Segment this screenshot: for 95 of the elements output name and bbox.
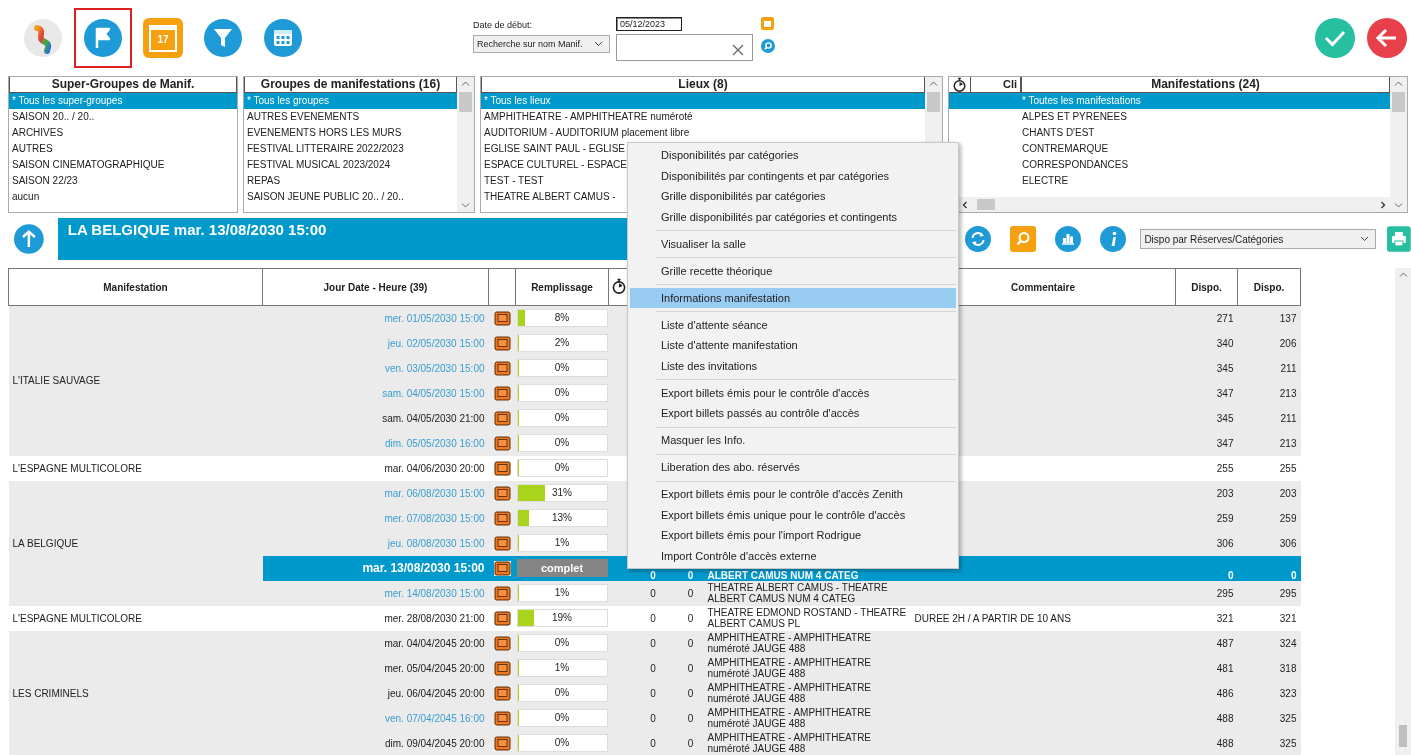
menu-item[interactable]: Import Contrôle d'accès externe (630, 545, 956, 566)
list-item[interactable]: AUDITORIUM - AUDITORIUM placement libre (481, 125, 925, 141)
count-value: 0 (687, 569, 694, 581)
session-date[interactable]: mer. 05/04/2045 20:00 (262, 655, 489, 681)
count-value: 0 (650, 612, 656, 624)
view-dropdown[interactable]: Dispo par Réserves/Catégories (1140, 229, 1377, 249)
list-item[interactable]: aucun (9, 189, 237, 205)
session-date[interactable]: dim. 09/04/2045 20:00 (262, 730, 489, 755)
fill-text: 0% (554, 362, 570, 373)
menu-item[interactable]: Export billets émis pour le contrôle d'accès Zenith (630, 484, 956, 505)
event-name: L'ITALIE SAUVAGE (8, 305, 263, 456)
count-value: 0 (687, 687, 694, 699)
menu-item[interactable]: Masquer les Info. (630, 430, 956, 451)
list-item[interactable]: FESTIVAL MUSICAL 2023/2024 (244, 157, 457, 173)
venue-text: AMPHITHEATRE - AMPHITHEATRE numéroté JAUGE 488 (707, 707, 872, 729)
start-date-field[interactable]: 05/12/2023 (616, 17, 682, 31)
list-item[interactable]: SAISON JEUNE PUBLIC 20.. / 20.. (244, 189, 457, 205)
column-header[interactable]: Manifestation (8, 268, 263, 306)
count-value: 0 (650, 712, 656, 724)
fill-text: 8% (554, 312, 570, 324)
list-item[interactable]: AMPHITHEATRE - AMPHITHEATRE numéroté (481, 109, 925, 125)
column-header[interactable]: Jour Date - Heure (39) (262, 268, 489, 306)
fill-text: 1% (554, 537, 570, 548)
venue-text: THEATRE EDMOND ROSTAND - THEATRE ALBERT CAMUS PL (707, 607, 907, 629)
venue-text: ALBERT CAMUS NUM 4 CATEG (707, 569, 859, 581)
menu-item[interactable]: Export billets passés au contrôle d'accès (630, 403, 956, 424)
column-header[interactable]: Remplissage (515, 268, 609, 306)
venue-text: AMPHITHEATRE - AMPHITHEATRE numéroté JAUGE 488 (707, 732, 872, 754)
count-value: 0 (650, 737, 656, 749)
count-value: 0 (650, 637, 656, 649)
list-item[interactable]: AUTRES (9, 141, 237, 157)
venue-text: AMPHITHEATRE - AMPHITHEATRE numéroté JAUGE 488 (707, 632, 872, 654)
fill-text: 0% (554, 637, 570, 648)
column-header[interactable]: Dispo. (1237, 268, 1301, 306)
fill-text: 31% (552, 487, 572, 498)
menu-item[interactable]: Liste des invitations (630, 355, 956, 376)
count-value: 0 (687, 737, 694, 749)
fill-text: 0% (554, 687, 570, 698)
menu-item[interactable]: Export billets émis unique pour le contrôle d'accès (630, 504, 956, 525)
list-item[interactable]: SAISON 22/23 (9, 173, 237, 189)
fill-text: 0% (554, 387, 570, 398)
count-value: 0 (687, 637, 694, 649)
menu-item[interactable]: Grille disponibilités par catégories et contingents (630, 206, 956, 227)
venue-text: AMPHITHEATRE - AMPHITHEATRE numéroté JAUGE 488 (707, 682, 872, 704)
count-value: 0 (687, 612, 694, 624)
fill-text: 0% (554, 462, 570, 473)
event-name: LES CRIMINELS (8, 630, 263, 755)
count-value: 0 (687, 712, 694, 724)
session-date[interactable]: mar. 04/04/2045 20:00 (262, 630, 489, 656)
list-item[interactable]: ALPES ET PYRENEES (949, 109, 1390, 125)
list-item[interactable]: ARCHIVES (9, 125, 237, 141)
title-bar-text: LA BELGIQUE mar. 13/08/2030 15:00 (67, 221, 327, 238)
session-date[interactable]: jeu. 06/04/2045 20:00 (262, 680, 489, 706)
menu-item[interactable]: Liste d'attente séance (630, 314, 956, 335)
date-label: Date de début: (473, 19, 534, 31)
fill-text: 1% (554, 662, 570, 673)
menu-item[interactable]: Disponibilités par catégories (630, 145, 956, 166)
venue-text: AMPHITHEATRE - AMPHITHEATRE numéroté JAUGE 488 (707, 657, 872, 679)
list-item[interactable]: EVENEMENTS HORS LES MURS (244, 125, 457, 141)
fill-text: 13% (552, 512, 572, 523)
list-item[interactable]: AUTRES EVENEMENTS (244, 109, 457, 125)
calendar-day: 17 (157, 34, 169, 45)
venue-text: THEATRE ALBERT CAMUS - THEATRE ALBERT CAMUS NUM 4 CATEG (707, 582, 888, 604)
fill-text: 1% (554, 587, 570, 598)
menu-item[interactable]: Export billets émis pour l'import Rodrigue (630, 525, 956, 546)
count-value: 0 (650, 687, 656, 699)
menu-item[interactable]: Liberation des abo. réservés (630, 457, 956, 478)
menu-item[interactable]: Liste d'attente manifestation (630, 335, 956, 356)
count-value: 0 (687, 587, 694, 599)
fill-text: 0% (554, 712, 570, 723)
fill-text: complet (540, 562, 584, 574)
fill-text: 0% (554, 437, 570, 448)
count-value: 0 (650, 662, 656, 674)
fill-text: 0% (554, 412, 570, 423)
fill-text: 2% (554, 337, 570, 348)
fill-text: 19% (552, 612, 572, 623)
menu-item[interactable]: Visualiser la salle (630, 233, 956, 254)
list-item[interactable]: CHANTS D'EST (949, 125, 1390, 141)
fill-text: 0% (554, 737, 570, 748)
menu-item[interactable]: Export billets émis pour le contrôle d'accès (630, 382, 956, 403)
menu-item[interactable]: Disponibilités par contingents et par catégories (630, 165, 956, 186)
search-mode-dropdown[interactable]: Recherche sur nom Manif. (473, 35, 610, 53)
comment-text: DUREE 2H / A PARTIR DE 10 ANS (914, 612, 1071, 624)
count-value: 0 (650, 569, 656, 581)
count-value: 0 (687, 662, 694, 674)
list-item[interactable]: SAISON 20.. / 20.. (9, 109, 237, 125)
list-item[interactable]: FESTIVAL LITTERAIRE 2022/2023 (244, 141, 457, 157)
column-header[interactable]: Dispo. (1175, 268, 1238, 306)
session-date[interactable]: sam. 04/05/2030 21:00 (262, 405, 489, 431)
event-name: LA BELGIQUE (8, 480, 263, 606)
list-item[interactable]: REPAS (244, 173, 457, 189)
list-item[interactable]: SAISON CINEMATOGRAPHIQUE (9, 157, 237, 173)
menu-item[interactable]: Grille disponibilités par catégories (630, 186, 956, 207)
count-value: 0 (650, 587, 656, 599)
menu-item[interactable]: Informations manifestation (630, 287, 956, 308)
